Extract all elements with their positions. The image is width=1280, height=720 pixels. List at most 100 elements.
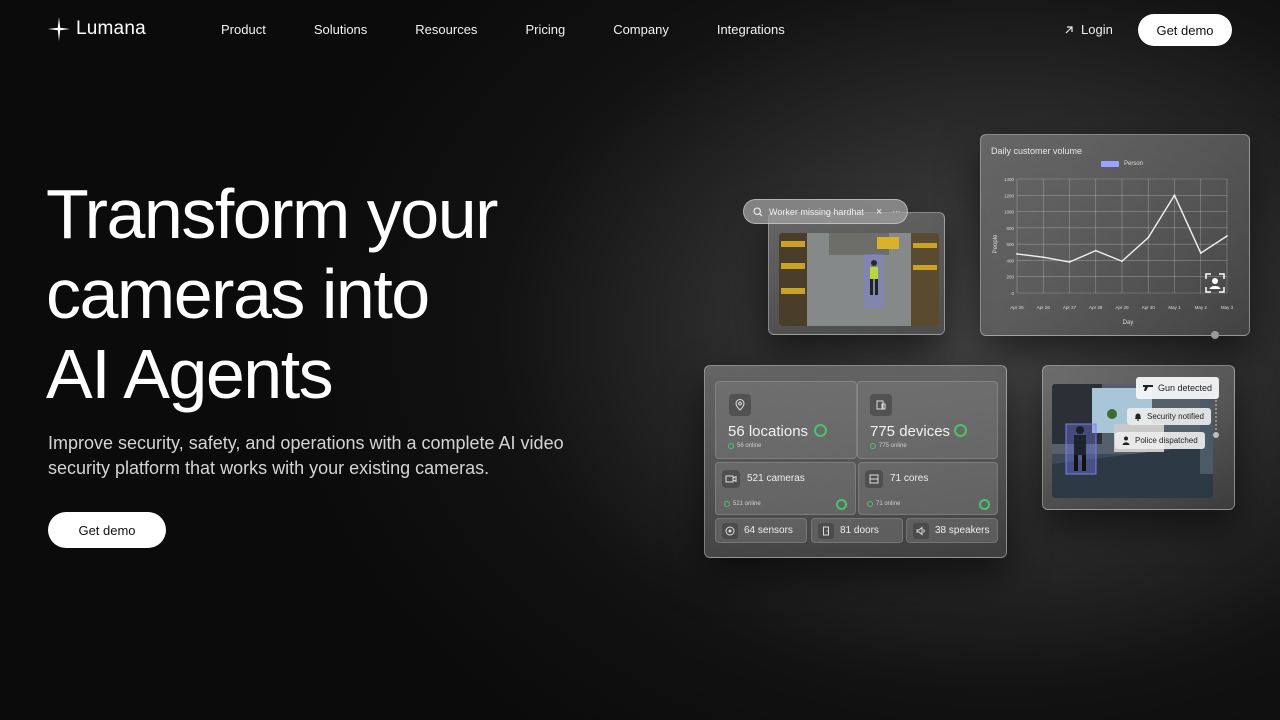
devices-count: 775 devices (870, 423, 951, 440)
hero-subtitle: Improve security, safety, and operations… (48, 431, 608, 481)
y-tick-label: 400 (1006, 258, 1014, 263)
y-tick-label: 0 (1011, 291, 1014, 296)
nav-get-demo-button[interactable]: Get demo (1138, 14, 1232, 46)
cameras-tile[interactable]: 521 cameras 521 online (715, 462, 856, 515)
login-link[interactable]: Login (1064, 22, 1113, 37)
doors-label: 81 doors (840, 525, 879, 536)
locations-tile[interactable]: 56 locations 56 online (715, 381, 857, 459)
sensor-icon (722, 522, 738, 539)
hero-title-line: cameras into (46, 255, 430, 333)
customer-volume-chart-panel: Daily customer volume Person 0 200 400 600 8… (980, 134, 1250, 336)
bell-icon (1135, 413, 1141, 421)
locations-status-ring (814, 424, 827, 437)
data-point (1226, 235, 1228, 237)
camera-icon (722, 470, 740, 488)
arrow-up-right-icon (1065, 25, 1073, 33)
search-icon (753, 206, 763, 216)
cores-online: 71 online (867, 501, 900, 507)
data-point (1094, 249, 1097, 252)
y-tick-label: 600 (1006, 242, 1014, 247)
hero-get-demo-button[interactable]: Get demo (48, 512, 166, 548)
hero-title-line: Transform your (46, 175, 498, 253)
more-icon[interactable]: ··· (892, 207, 900, 216)
line-chart: 0 200 400 600 800 1000 1200 1400 Apr 25 Apr 26 Apr… (993, 177, 1234, 326)
device-stats-panel: 56 locations 56 online 775 devices 775 o… (704, 365, 1007, 558)
hero-title: Transform your cameras into AI Agents (46, 174, 646, 414)
x-tick-label: Apr 28 (1089, 305, 1103, 310)
cores-tile[interactable]: 71 cores 71 online (858, 462, 998, 515)
police-icon (1122, 436, 1130, 445)
nav-link-solutions[interactable]: Solutions (314, 22, 367, 37)
nav-link-resources[interactable]: Resources (415, 22, 477, 37)
devices-tile[interactable]: 775 devices 775 online (857, 381, 998, 459)
y-tick-label: 1200 (1004, 193, 1015, 198)
police-dispatched-tag: Police dispatched (1115, 432, 1205, 449)
x-tick-label: Apr 29 (1115, 305, 1129, 310)
data-point (1068, 261, 1071, 263)
top-nav: Lumana Product Solutions Resources Prici… (0, 0, 1280, 60)
x-tick-label: Apr 27 (1063, 305, 1077, 310)
devices-icon (870, 394, 892, 416)
sensors-label: 64 sensors (744, 525, 793, 536)
nav-links: Product Solutions Resources Pricing Comp… (221, 22, 833, 37)
nav-link-product[interactable]: Product (221, 22, 266, 37)
brand-logo[interactable]: Lumana (48, 17, 146, 41)
y-tick-label: 1000 (1004, 210, 1015, 215)
search-query: Worker missing hardhat (769, 206, 864, 217)
police-dispatched-label: Police dispatched (1135, 436, 1198, 445)
devices-online: 775 online (870, 443, 907, 449)
alert-connector-line (1213, 392, 1219, 438)
door-icon (818, 522, 834, 539)
data-point (1121, 260, 1123, 263)
hero-title-line: AI Agents (46, 335, 334, 413)
person-scan-icon (1205, 273, 1225, 293)
cameras-count: 521 cameras (747, 473, 805, 484)
y-axis-label: People (993, 234, 999, 253)
security-notified-label: Security notified (1147, 412, 1204, 421)
nav-link-company[interactable]: Company (613, 22, 669, 37)
data-point (1199, 252, 1202, 254)
video-search-pill[interactable]: Worker missing hardhat × ··· (743, 199, 908, 224)
speakers-chip[interactable]: 38 speakers (906, 518, 998, 543)
clear-search-icon[interactable]: × (876, 206, 882, 218)
data-point (1147, 236, 1150, 239)
data-point (1016, 253, 1018, 255)
server-icon (865, 470, 883, 488)
carousel-dot[interactable] (1211, 331, 1219, 339)
x-tick-label: Apr 25 (1010, 305, 1024, 310)
y-tick-label: 1400 (1004, 177, 1015, 182)
data-point (1173, 194, 1176, 197)
x-tick-label: May 3 (1221, 305, 1234, 310)
security-notified-tag: Security notified (1127, 408, 1211, 425)
camera-feed-panel (768, 212, 945, 335)
locations-count: 56 locations (728, 423, 809, 440)
devices-status-ring (954, 424, 967, 437)
hero-subtitle-line: security platform that works with your e… (48, 458, 490, 478)
cores-status-ring (979, 499, 990, 510)
x-tick-label: Apr 30 (1142, 305, 1156, 310)
y-tick-label: 800 (1006, 226, 1014, 231)
y-tick-label: 200 (1006, 275, 1014, 280)
doors-chip[interactable]: 81 doors (811, 518, 903, 543)
map-pin-icon (729, 394, 751, 416)
login-label: Login (1081, 22, 1113, 37)
nav-link-pricing[interactable]: Pricing (525, 22, 565, 37)
x-tick-label: Apr 26 (1037, 305, 1051, 310)
cores-count: 71 cores (890, 473, 929, 484)
sparkle-logo-icon (48, 17, 70, 41)
nav-link-integrations[interactable]: Integrations (717, 22, 785, 37)
speaker-icon (913, 522, 929, 539)
warehouse-camera-image (779, 233, 939, 326)
gun-icon (1143, 385, 1153, 391)
brand-name: Lumana (76, 18, 146, 39)
locations-online: 56 online (728, 443, 761, 449)
hero-subtitle-line: Improve security, safety, and operations… (48, 433, 564, 453)
cameras-status-ring (836, 499, 847, 510)
x-tick-label: May 2 (1195, 305, 1208, 310)
sensors-chip[interactable]: 64 sensors (715, 518, 807, 543)
cameras-online: 521 online (724, 501, 761, 507)
data-point (1042, 256, 1045, 259)
x-axis-label: Day (1123, 320, 1134, 326)
speakers-label: 38 speakers (935, 525, 990, 536)
x-tick-label: May 1 (1168, 305, 1181, 310)
